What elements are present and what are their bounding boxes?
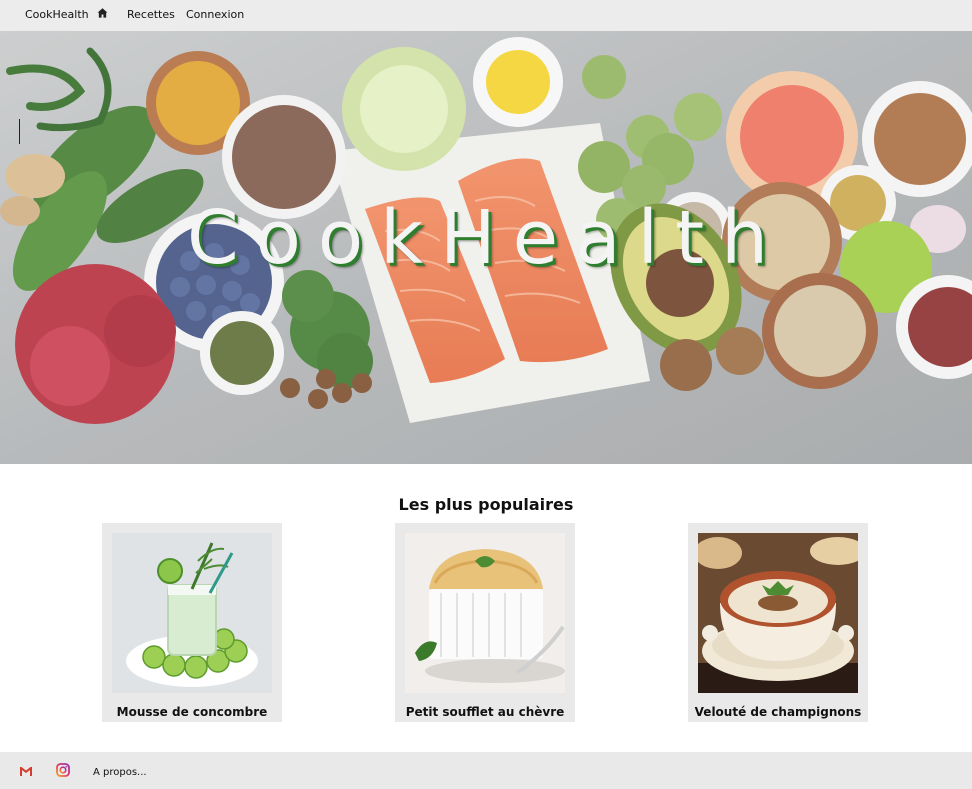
gmail-icon[interactable] [19,765,33,777]
recipe-card-mushroom-veloute[interactable]: Velouté de champignons [688,523,868,722]
recipe-card-label: Mousse de concombre [116,705,268,719]
hero-banner: CookHealth [0,31,972,464]
popular-section-title: Les plus populaires [398,495,574,514]
recipe-card-cucumber-mousse[interactable]: Mousse de concombre [102,523,282,722]
top-navbar: CookHealth Recettes Connexion [0,0,972,32]
nav-login-link[interactable]: Connexion [186,8,244,21]
page-footer: A propos... [0,752,972,789]
text-cursor [19,119,20,144]
goat-souffle-image [405,533,565,693]
recipe-card-goat-souffle[interactable]: Petit soufflet au chèvre [395,523,575,722]
hero-title: CookHealth [186,195,786,281]
instagram-icon[interactable] [56,763,70,777]
recipe-card-label: Petit soufflet au chèvre [405,705,565,719]
nav-recipes-link[interactable]: Recettes [127,8,175,21]
about-link[interactable]: A propos... [93,767,147,778]
cucumber-mousse-image [112,533,272,693]
mushroom-veloute-image [698,533,858,693]
home-icon[interactable] [97,7,108,19]
brand-link[interactable]: CookHealth [25,8,89,21]
recipe-card-label: Velouté de champignons [694,705,862,719]
